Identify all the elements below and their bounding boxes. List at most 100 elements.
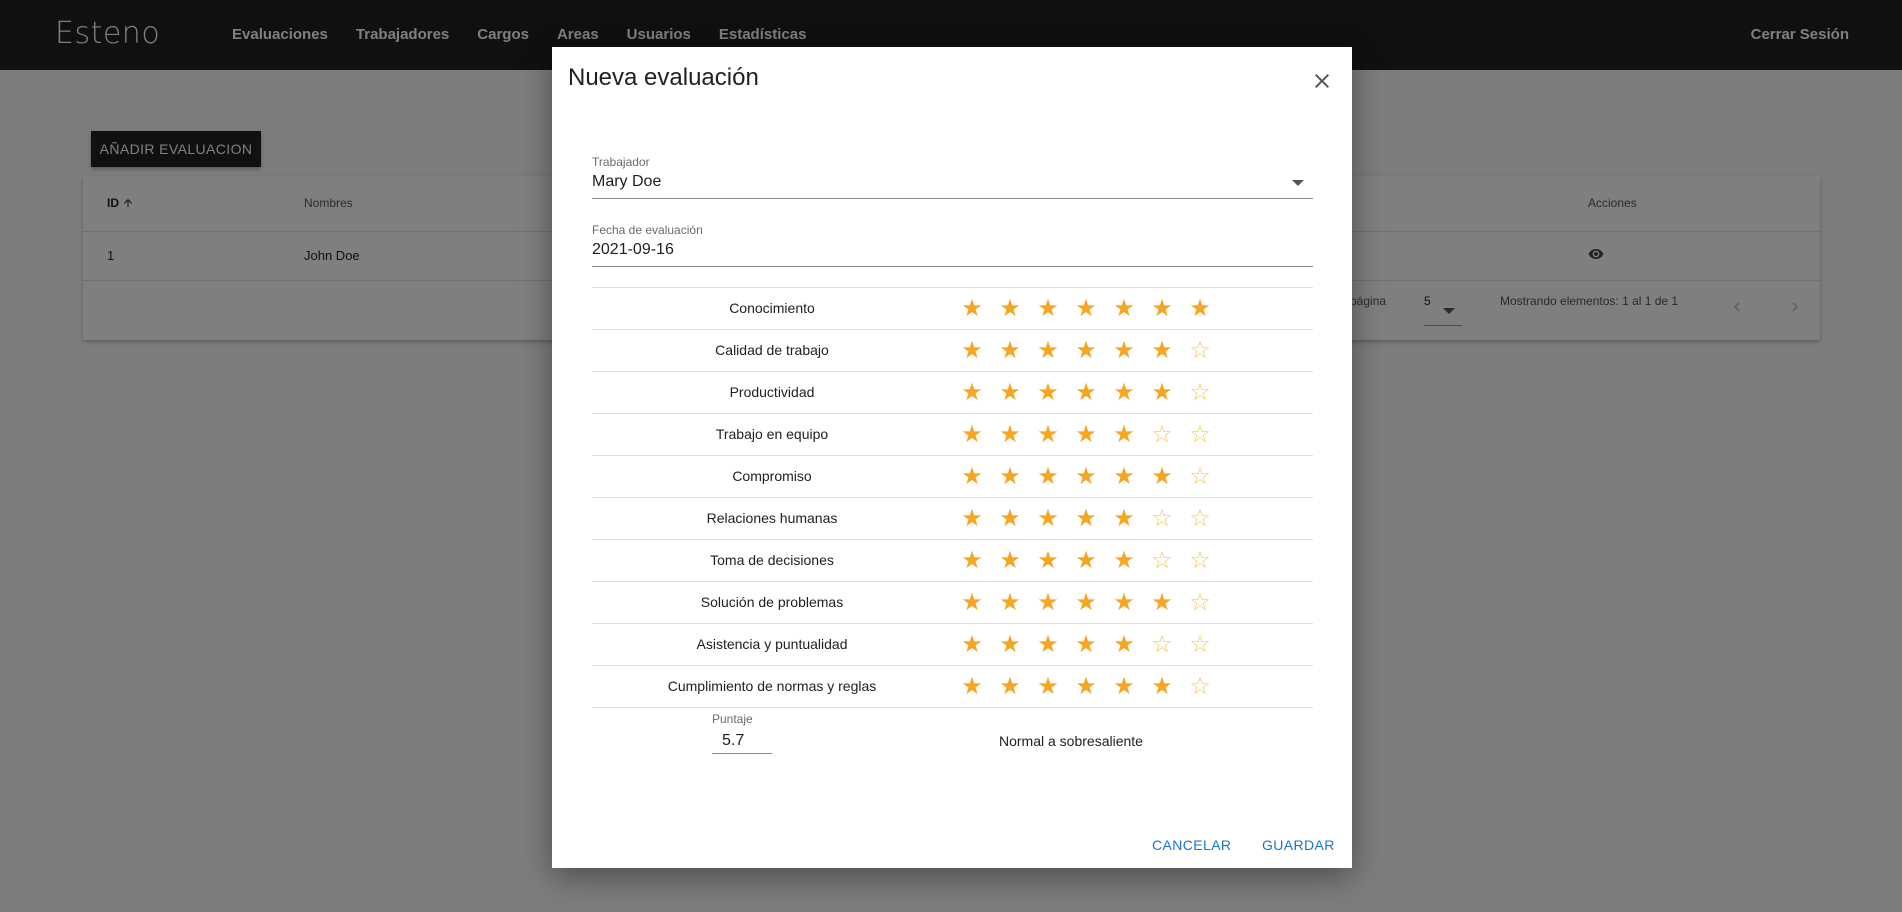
star-filled-icon[interactable]: ★	[1074, 380, 1098, 404]
star-filled-icon[interactable]: ★	[998, 548, 1022, 572]
star-filled-icon[interactable]: ★	[1074, 632, 1098, 656]
star-filled-icon[interactable]: ★	[1112, 506, 1136, 530]
worker-label: Trabajador	[592, 155, 650, 169]
close-icon[interactable]	[1310, 69, 1334, 93]
star-filled-icon[interactable]: ★	[998, 590, 1022, 614]
criterion-row: Solución de problemas ★ ★ ★ ★ ★ ★ ☆	[592, 581, 1313, 624]
star-filled-icon[interactable]: ★	[1074, 506, 1098, 530]
score-input[interactable]	[712, 728, 772, 754]
criterion-label: Trabajo en equipo	[715, 426, 829, 442]
criterion-row: Cumplimiento de normas y reglas ★ ★ ★ ★ ★ ★ ☆	[592, 665, 1313, 708]
star-filled-icon[interactable]: ★	[1036, 422, 1060, 446]
star-filled-icon[interactable]: ★	[1036, 590, 1060, 614]
star-empty-icon[interactable]: ☆	[1150, 632, 1174, 656]
star-filled-icon[interactable]: ★	[1112, 590, 1136, 614]
cancel-button[interactable]: CANCELAR	[1144, 833, 1239, 857]
criterion-row: Trabajo en equipo ★ ★ ★ ★ ★ ☆ ☆	[592, 413, 1313, 456]
star-filled-icon[interactable]: ★	[960, 674, 984, 698]
star-rating[interactable]: ★ ★ ★ ★ ★ ★ ★	[960, 296, 1212, 320]
star-filled-icon[interactable]: ★	[960, 296, 984, 320]
star-filled-icon[interactable]: ★	[1112, 632, 1136, 656]
star-filled-icon[interactable]: ★	[1074, 548, 1098, 572]
star-filled-icon[interactable]: ★	[1036, 506, 1060, 530]
star-rating[interactable]: ★ ★ ★ ★ ★ ☆ ☆	[960, 506, 1212, 530]
star-empty-icon[interactable]: ☆	[1188, 674, 1212, 698]
star-filled-icon[interactable]: ★	[960, 506, 984, 530]
star-filled-icon[interactable]: ★	[960, 380, 984, 404]
star-filled-icon[interactable]: ★	[998, 422, 1022, 446]
star-filled-icon[interactable]: ★	[1150, 464, 1174, 488]
star-filled-icon[interactable]: ★	[1112, 380, 1136, 404]
star-filled-icon[interactable]: ★	[1074, 464, 1098, 488]
star-filled-icon[interactable]: ★	[1036, 548, 1060, 572]
star-empty-icon[interactable]: ☆	[1188, 464, 1212, 488]
star-rating[interactable]: ★ ★ ★ ★ ★ ★ ☆	[960, 380, 1212, 404]
star-empty-icon[interactable]: ☆	[1150, 422, 1174, 446]
star-filled-icon[interactable]: ★	[1150, 674, 1174, 698]
star-filled-icon[interactable]: ★	[998, 506, 1022, 530]
star-empty-icon[interactable]: ☆	[1150, 548, 1174, 572]
criterion-label: Productividad	[729, 384, 815, 400]
star-rating[interactable]: ★ ★ ★ ★ ★ ☆ ☆	[960, 548, 1212, 572]
star-filled-icon[interactable]: ★	[1112, 464, 1136, 488]
star-filled-icon[interactable]: ★	[960, 548, 984, 572]
date-value[interactable]: 2021-09-16	[592, 241, 674, 259]
dialog-title: Nueva evaluación	[568, 64, 759, 91]
star-filled-icon[interactable]: ★	[1036, 380, 1060, 404]
star-filled-icon[interactable]: ★	[1036, 338, 1060, 362]
star-filled-icon[interactable]: ★	[1112, 548, 1136, 572]
star-rating[interactable]: ★ ★ ★ ★ ★ ★ ☆	[960, 674, 1212, 698]
star-filled-icon[interactable]: ★	[1074, 674, 1098, 698]
star-filled-icon[interactable]: ★	[1112, 296, 1136, 320]
criterion-row: Asistencia y puntualidad ★ ★ ★ ★ ★ ☆ ☆	[592, 623, 1313, 666]
star-filled-icon[interactable]: ★	[1074, 590, 1098, 614]
star-empty-icon[interactable]: ☆	[1188, 338, 1212, 362]
star-empty-icon[interactable]: ☆	[1188, 548, 1212, 572]
star-empty-icon[interactable]: ☆	[1150, 506, 1174, 530]
star-filled-icon[interactable]: ★	[1150, 380, 1174, 404]
criterion-row: Relaciones humanas ★ ★ ★ ★ ★ ☆ ☆	[592, 497, 1313, 540]
star-filled-icon[interactable]: ★	[960, 422, 984, 446]
star-filled-icon[interactable]: ★	[1036, 632, 1060, 656]
star-filled-icon[interactable]: ★	[960, 338, 984, 362]
star-empty-icon[interactable]: ☆	[1188, 380, 1212, 404]
save-button[interactable]: GUARDAR	[1254, 833, 1343, 857]
date-underline	[592, 266, 1313, 267]
star-filled-icon[interactable]: ★	[1112, 422, 1136, 446]
star-filled-icon[interactable]: ★	[1188, 296, 1212, 320]
star-filled-icon[interactable]: ★	[998, 338, 1022, 362]
star-rating[interactable]: ★ ★ ★ ★ ★ ★ ☆	[960, 464, 1212, 488]
star-filled-icon[interactable]: ★	[1112, 338, 1136, 362]
star-filled-icon[interactable]: ★	[1036, 464, 1060, 488]
star-filled-icon[interactable]: ★	[960, 590, 984, 614]
chevron-down-icon[interactable]	[1292, 180, 1304, 186]
star-filled-icon[interactable]: ★	[1074, 422, 1098, 446]
star-filled-icon[interactable]: ★	[1150, 338, 1174, 362]
star-filled-icon[interactable]: ★	[1150, 590, 1174, 614]
star-empty-icon[interactable]: ☆	[1188, 632, 1212, 656]
star-empty-icon[interactable]: ☆	[1188, 422, 1212, 446]
worker-value[interactable]: Mary Doe	[592, 173, 661, 191]
star-rating[interactable]: ★ ★ ★ ★ ★ ☆ ☆	[960, 632, 1212, 656]
star-filled-icon[interactable]: ★	[1074, 338, 1098, 362]
star-filled-icon[interactable]: ★	[1150, 296, 1174, 320]
star-filled-icon[interactable]: ★	[1074, 296, 1098, 320]
star-rating[interactable]: ★ ★ ★ ★ ★ ★ ☆	[960, 338, 1212, 362]
star-filled-icon[interactable]: ★	[998, 380, 1022, 404]
star-filled-icon[interactable]: ★	[1036, 674, 1060, 698]
star-empty-icon[interactable]: ☆	[1188, 590, 1212, 614]
star-filled-icon[interactable]: ★	[998, 674, 1022, 698]
star-rating[interactable]: ★ ★ ★ ★ ★ ★ ☆	[960, 590, 1212, 614]
criterion-row: Toma de decisiones ★ ★ ★ ★ ★ ☆ ☆	[592, 539, 1313, 582]
star-empty-icon[interactable]: ☆	[1188, 506, 1212, 530]
star-filled-icon[interactable]: ★	[998, 296, 1022, 320]
star-filled-icon[interactable]: ★	[1036, 296, 1060, 320]
star-filled-icon[interactable]: ★	[998, 632, 1022, 656]
star-filled-icon[interactable]: ★	[960, 632, 984, 656]
star-rating[interactable]: ★ ★ ★ ★ ★ ☆ ☆	[960, 422, 1212, 446]
criterion-label: Solución de problemas	[700, 594, 844, 610]
star-filled-icon[interactable]: ★	[960, 464, 984, 488]
star-filled-icon[interactable]: ★	[1112, 674, 1136, 698]
criterion-label: Compromiso	[732, 468, 812, 484]
star-filled-icon[interactable]: ★	[998, 464, 1022, 488]
